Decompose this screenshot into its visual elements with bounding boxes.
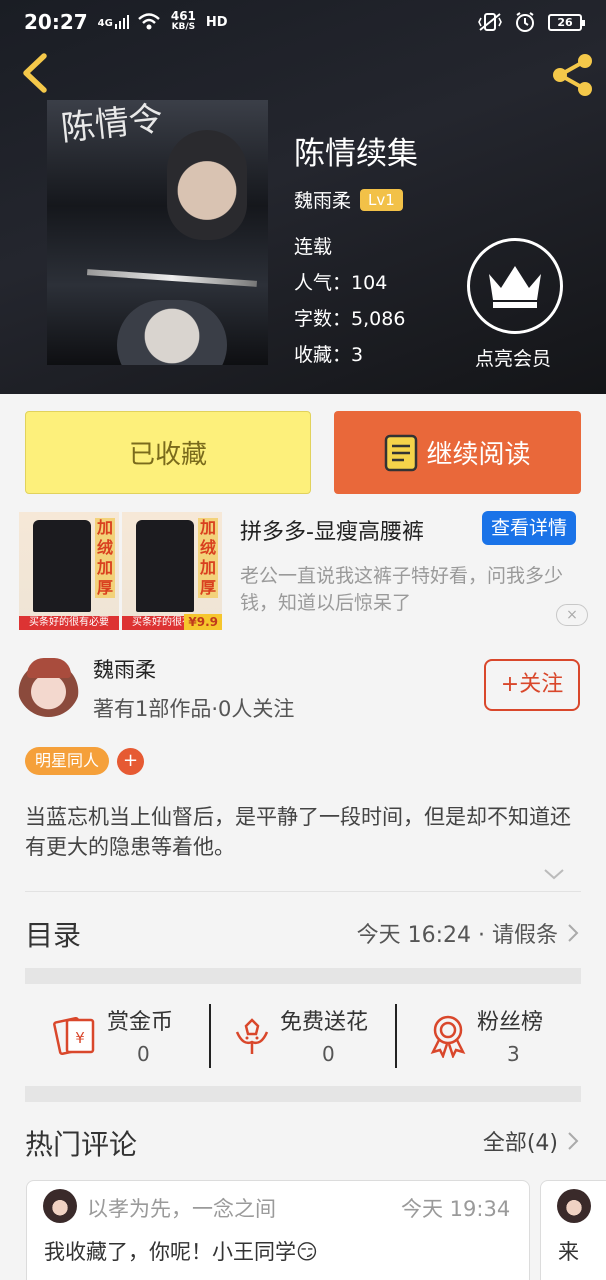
coin-envelope-icon: ¥ bbox=[53, 1016, 95, 1056]
toc-latest-chapter[interactable]: 今天 16:24 · 请假条 bbox=[357, 917, 580, 949]
network-speed: 461 KB/S bbox=[170, 9, 196, 32]
follow-button[interactable]: +关注 bbox=[484, 659, 580, 711]
send-flower-button[interactable]: 免费送花 0 bbox=[229, 1004, 389, 1068]
share-icon[interactable] bbox=[550, 52, 596, 98]
collected-button[interactable]: 已收藏 bbox=[25, 411, 311, 494]
alarm-icon bbox=[516, 12, 534, 32]
medal-icon bbox=[430, 1015, 466, 1058]
chevron-right-icon bbox=[568, 1132, 579, 1150]
genre-tag[interactable]: 明星同人 bbox=[25, 747, 110, 775]
cover-title-calligraphy: 陈情令 bbox=[59, 100, 165, 150]
svg-text:¥: ¥ bbox=[75, 1029, 85, 1047]
commenter-avatar[interactable] bbox=[43, 1189, 77, 1223]
comment-text: 我收藏了，你呢！小王同学😏 bbox=[44, 1240, 318, 1264]
ad-details-button[interactable]: 查看详情 bbox=[482, 511, 576, 545]
stat-value: 3 bbox=[507, 1042, 520, 1066]
network-indicator: 4G bbox=[98, 15, 129, 29]
divider bbox=[25, 891, 581, 892]
ad-title[interactable]: 拼多多-显瘦高腰裤 bbox=[240, 514, 424, 546]
ad-close-button[interactable]: × bbox=[556, 604, 588, 626]
book-favorites: 收藏：3 bbox=[294, 344, 364, 366]
comment-time: 今天 19:34 bbox=[401, 1197, 511, 1221]
author-stats: 著有1部作品·0人关注 bbox=[93, 697, 295, 721]
all-comments-link[interactable]: 全部(4) bbox=[483, 1125, 580, 1157]
comment-card[interactable]: 以孝为先，一念之间 今天 19:34 我收藏了，你呢！小王同学😏 bbox=[26, 1180, 530, 1280]
fan-ranking-button[interactable]: 粉丝榜 3 bbox=[425, 1004, 565, 1068]
author-name[interactable]: 魏雨柔 bbox=[93, 654, 156, 684]
battery-icon: 26 bbox=[548, 13, 585, 31]
toc-title[interactable]: 目录 bbox=[25, 914, 81, 954]
book-cover-image[interactable]: 陈情令 bbox=[47, 100, 268, 365]
reward-coins-button[interactable]: ¥ 赏金币 0 bbox=[53, 1004, 183, 1068]
book-synopsis: 当蓝忘机当上仙督后，是平静了一段时间，但是却不知道还有更大的隐患等着他。 bbox=[25, 805, 571, 859]
wifi-icon bbox=[138, 13, 160, 30]
book-header: 20:27 4G 461 KB/S HD 26 陈情令 陈情续集 魏雨柔 Lv1… bbox=[0, 0, 606, 394]
comment-card[interactable]: 来 bbox=[540, 1180, 606, 1280]
ad-image-1: 加绒加厚 买条好的很有必要 bbox=[19, 512, 119, 630]
comment-text: 来 bbox=[558, 1240, 579, 1264]
hot-comments-title: 热门评论 bbox=[25, 1128, 138, 1161]
stat-label: 粉丝榜 bbox=[477, 1010, 544, 1035]
vip-label[interactable]: 点亮会员 bbox=[475, 344, 551, 371]
book-detail-page: 20:27 4G 461 KB/S HD 26 陈情令 陈情续集 魏雨柔 Lv1… bbox=[0, 0, 606, 1280]
status-time: 20:27 bbox=[24, 10, 88, 34]
back-arrow-icon[interactable] bbox=[16, 50, 56, 96]
crown-icon bbox=[489, 266, 541, 308]
commenter-avatar[interactable] bbox=[557, 1189, 591, 1223]
stat-value: 0 bbox=[322, 1042, 335, 1066]
section-separator bbox=[25, 968, 581, 984]
book-word-count: 字数：5,086 bbox=[294, 308, 406, 330]
ad-price: ¥9.9 bbox=[184, 614, 222, 630]
book-popularity: 人气：104 bbox=[294, 272, 388, 294]
vibrate-icon bbox=[478, 13, 502, 31]
stat-label: 免费送花 bbox=[280, 1010, 369, 1035]
stat-value: 0 bbox=[137, 1042, 150, 1066]
ad-description[interactable]: 老公一直说我这裤子特好看，问我多少钱，知道以后惊呆了 bbox=[240, 563, 590, 617]
commenter-name[interactable]: 以孝为先，一念之间 bbox=[87, 1193, 276, 1223]
add-tag-button[interactable]: + bbox=[117, 748, 144, 775]
book-title: 陈情续集 bbox=[294, 136, 418, 172]
book-author[interactable]: 魏雨柔 bbox=[294, 186, 351, 213]
status-bar: 20:27 4G 461 KB/S HD 26 bbox=[0, 0, 606, 44]
hd-indicator: HD bbox=[205, 14, 228, 30]
book-status: 连载 bbox=[294, 236, 333, 258]
chevron-down-icon[interactable] bbox=[542, 862, 566, 886]
author-level-badge: Lv1 bbox=[360, 188, 403, 211]
continue-reading-button[interactable]: 继续阅读 bbox=[334, 411, 581, 494]
section-separator bbox=[25, 1086, 581, 1102]
book-icon bbox=[385, 434, 418, 471]
stat-label: 赏金币 bbox=[107, 1010, 174, 1035]
status-right: 26 bbox=[478, 11, 585, 33]
flower-icon bbox=[235, 1018, 269, 1054]
signal-icon bbox=[114, 15, 129, 29]
vip-crown-button[interactable] bbox=[467, 238, 563, 334]
ad-image-2: 加绒加厚 买条好的很有必要 ¥9.9 bbox=[122, 512, 222, 630]
chevron-right-icon bbox=[568, 924, 579, 942]
author-avatar[interactable] bbox=[17, 654, 80, 717]
book-author-line: 魏雨柔 Lv1 bbox=[294, 186, 403, 213]
